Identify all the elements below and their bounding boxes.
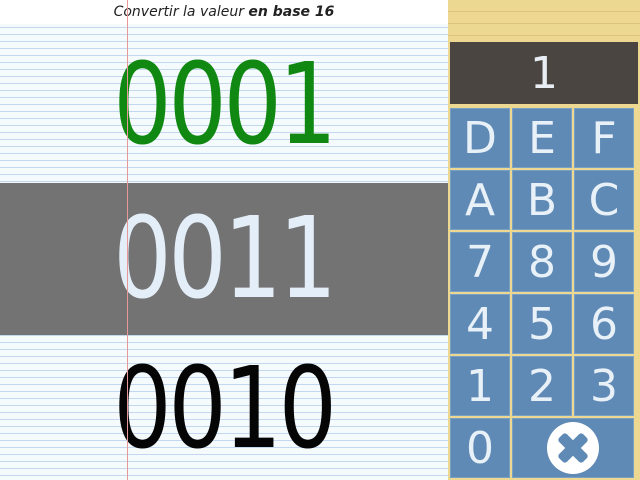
instruction-text: Convertir la valeur en base 16 [0, 0, 448, 24]
binary-value-top: 0001 [113, 40, 338, 170]
key-6[interactable]: 6 [574, 294, 634, 354]
binary-value-current: 0011 [113, 194, 338, 324]
instruction-emphasis: en base 16 [248, 4, 335, 20]
panel-header [448, 0, 640, 40]
key-4[interactable]: 4 [450, 294, 510, 354]
notebook-paper: Convertir la valeur en base 16 0001 0011… [0, 0, 448, 480]
key-1[interactable]: 1 [450, 356, 510, 416]
clear-icon [547, 422, 599, 474]
clear-button[interactable] [512, 418, 634, 478]
key-b[interactable]: B [512, 170, 572, 230]
key-3[interactable]: 3 [574, 356, 634, 416]
binary-row-top: 0001 [0, 30, 448, 180]
keypad-panel: 1 D E F A B C 7 8 9 4 5 6 1 2 3 0 [448, 0, 640, 480]
key-d[interactable]: D [450, 108, 510, 168]
binary-row-current: 0011 [0, 183, 448, 335]
answer-display: 1 [450, 42, 638, 104]
binary-row-bottom: 0010 [0, 338, 448, 480]
key-9[interactable]: 9 [574, 232, 634, 292]
key-5[interactable]: 5 [512, 294, 572, 354]
keypad: D E F A B C 7 8 9 4 5 6 1 2 3 0 [448, 106, 640, 480]
key-8[interactable]: 8 [512, 232, 572, 292]
key-a[interactable]: A [450, 170, 510, 230]
key-f[interactable]: F [574, 108, 634, 168]
binary-value-bottom: 0010 [113, 344, 338, 474]
margin-line [127, 0, 128, 480]
key-e[interactable]: E [512, 108, 572, 168]
key-c[interactable]: C [574, 170, 634, 230]
key-0[interactable]: 0 [450, 418, 510, 478]
key-7[interactable]: 7 [450, 232, 510, 292]
instruction-prefix: Convertir la valeur [113, 4, 249, 20]
key-2[interactable]: 2 [512, 356, 572, 416]
